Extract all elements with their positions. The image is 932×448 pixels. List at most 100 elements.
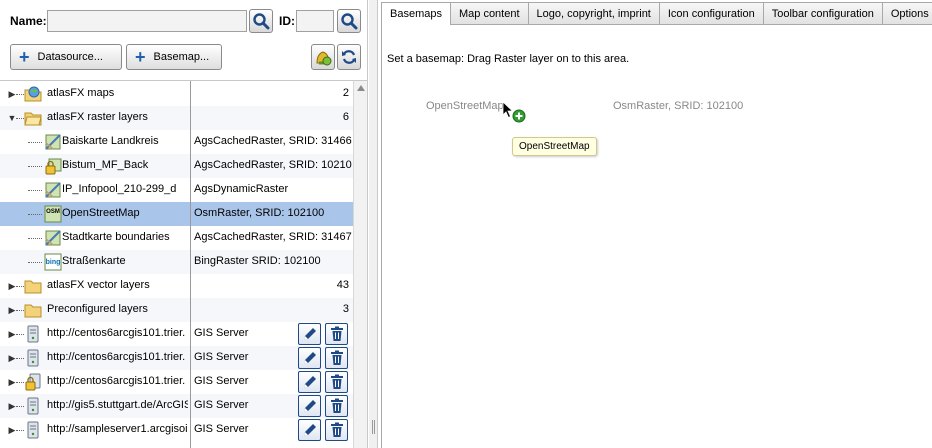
tree-row[interactable]: IP_Infopool_210-299_d AgsDynamicRaster <box>0 178 353 202</box>
tree-row-label: OpenStreetMap <box>62 207 140 219</box>
pencil-icon <box>303 328 316 340</box>
tree-connector-line <box>28 190 42 191</box>
server-icon <box>24 397 42 415</box>
tab-map-content[interactable]: Map content <box>449 2 529 24</box>
tree-connector-line <box>28 238 42 239</box>
add-datasource-button[interactable]: + Datasource... <box>10 44 122 70</box>
delete-server-button[interactable] <box>325 323 348 345</box>
add-basemap-button[interactable]: + Basemap... <box>126 44 222 70</box>
column-divider[interactable] <box>190 81 191 448</box>
basemaps-tab-content[interactable]: Set a basemap: Drag Raster layer on to t… <box>381 24 932 448</box>
tree-row-label: http://centos6arcgis101.trier. <box>47 351 186 363</box>
tree-row[interactable]: ▶ atlasFX vector layers 43 <box>0 274 353 298</box>
folder-icon <box>24 301 42 319</box>
edit-server-button[interactable] <box>298 323 321 345</box>
edit-server-button[interactable] <box>298 347 321 369</box>
tree-row-type: AgsDynamicRaster <box>194 183 289 195</box>
tree-connector-line <box>28 214 42 215</box>
layer-panel: Name: ID: + Datasource... + Basemap... ▶… <box>0 0 368 448</box>
search-icon <box>253 13 270 30</box>
add-drop-icon <box>512 109 526 123</box>
basemap-button-label: Basemap... <box>153 51 210 63</box>
tree-connector-line <box>16 358 24 359</box>
tree-connector-line <box>16 406 24 407</box>
tree-connector-line <box>16 118 24 119</box>
tree-row[interactable]: ▶ http://sampleserver1.arcgisoi GIS Server <box>0 418 353 442</box>
server-icon <box>24 325 42 343</box>
name-search-button[interactable] <box>249 9 273 33</box>
tree-row-type: GIS Server <box>194 327 249 339</box>
tree-connector-line <box>16 94 24 95</box>
edit-server-button[interactable] <box>298 419 321 441</box>
config-tabs: Basemaps Map content Logo, copyright, impr… <box>381 2 932 25</box>
tree-connector-line <box>16 430 24 431</box>
config-panel: Basemaps Map content Logo, copyright, impr… <box>379 0 932 448</box>
panel-splitter[interactable] <box>369 0 378 448</box>
search-icon <box>341 13 358 30</box>
tree-row[interactable]: OSM OpenStreetMap OsmRaster, SRID: 102100 <box>0 202 353 226</box>
tree-row[interactable]: ▶ http://gis5.stuttgart.de/ArcGIS GIS Serv… <box>0 394 353 418</box>
edit-server-button[interactable] <box>298 395 321 417</box>
locked-layer-icon <box>44 157 62 175</box>
delete-server-button[interactable] <box>325 371 348 393</box>
raster-layer-icon <box>44 229 62 247</box>
pencil-icon <box>303 424 316 436</box>
id-label: ID: <box>279 14 295 28</box>
tree-row[interactable]: Baiskarte Landkreis AgsCachedRaster, SRID… <box>0 130 353 154</box>
basemap-item-osmraster[interactable]: OsmRaster, SRID: 102100 <box>613 100 743 112</box>
trash-icon <box>330 422 343 437</box>
delete-server-button[interactable] <box>325 419 348 441</box>
tab-options[interactable]: Options <box>881 2 932 24</box>
tree-row-label: Stadtkarte boundaries <box>62 231 170 243</box>
tree-connector-line <box>16 334 24 335</box>
tree-row[interactable]: ▼ atlasFX raster layers 6 <box>0 106 353 130</box>
plus-icon: + <box>19 47 30 67</box>
tab-toolbar-configuration[interactable]: Toolbar configuration <box>762 2 883 24</box>
tree-row-type: GIS Server <box>194 399 249 411</box>
scroll-up-arrow[interactable] <box>357 85 365 91</box>
tree-row-label: IP_Infopool_210-299_d <box>62 183 177 195</box>
svg-text:bing: bing <box>46 259 61 266</box>
tree-row[interactable]: ▶ Preconfigured layers 3 <box>0 298 353 322</box>
tree-row-label: http://centos6arcgis101.trier. <box>47 375 186 387</box>
tree-row[interactable]: ▶ http://centos6arcgis101.trier. GIS Serve… <box>0 370 353 394</box>
basemap-item-openstreetmap[interactable]: OpenStreetMap <box>426 100 504 112</box>
pencil-icon <box>303 376 316 388</box>
tree-scrollbar[interactable] <box>353 81 367 448</box>
id-search-input[interactable] <box>296 10 334 32</box>
tree-row-type: GIS Server <box>194 375 249 387</box>
tree-row-label: atlasFX raster layers <box>47 111 148 123</box>
tree-row-type: GIS Server <box>194 423 249 435</box>
tree-row[interactable]: ▶ http://centos6arcgis101.trier. GIS Serve… <box>0 346 353 370</box>
refresh-icon <box>342 50 356 64</box>
clear-cache-button[interactable] <box>311 44 335 70</box>
name-search-input[interactable] <box>47 10 247 32</box>
tab-basemaps[interactable]: Basemaps <box>381 2 451 25</box>
raster-layer-icon <box>44 133 62 151</box>
tree-row[interactable]: Stadtkarte boundaries AgsCachedRaster, SR… <box>0 226 353 250</box>
drag-tooltip: OpenStreetMap <box>512 137 597 156</box>
tree-row-count: 2 <box>342 87 349 99</box>
tree-connector-line <box>28 262 42 263</box>
tree-connector-line <box>28 142 42 143</box>
tree-row[interactable]: Bistum_MF_Back AgsCachedRaster, SRID: 102… <box>0 154 353 178</box>
id-search-button[interactable] <box>337 9 361 33</box>
delete-server-button[interactable] <box>325 395 348 417</box>
raster-layer-icon <box>44 181 62 199</box>
tree-row-label: Straßenkarte <box>62 255 126 267</box>
tree-row-type: AgsCachedRaster, SRID: 102100 <box>194 159 352 171</box>
tab-logo-copyright-imprint[interactable]: Logo, copyright, imprint <box>527 2 660 24</box>
tree-connector-line <box>16 286 24 287</box>
tree-row-type: AgsCachedRaster, SRID: 31467 <box>194 231 352 243</box>
tree-connector-line <box>16 310 24 311</box>
tree-row[interactable]: bing Straßenkarte BingRaster SRID: 102100 <box>0 250 353 274</box>
tree-row-label: http://gis5.stuttgart.de/ArcGIS <box>47 399 188 411</box>
refresh-button[interactable] <box>337 44 361 70</box>
delete-server-button[interactable] <box>325 347 348 369</box>
edit-server-button[interactable] <box>298 371 321 393</box>
trash-icon <box>330 326 343 341</box>
tab-icon-configuration[interactable]: Icon configuration <box>658 2 764 24</box>
bing-icon: bing <box>44 253 62 271</box>
tree-row[interactable]: ▶ atlasFX maps 2 <box>0 82 353 106</box>
tree-row[interactable]: ▶ http://centos6arcgis101.trier. GIS Serve… <box>0 322 353 346</box>
